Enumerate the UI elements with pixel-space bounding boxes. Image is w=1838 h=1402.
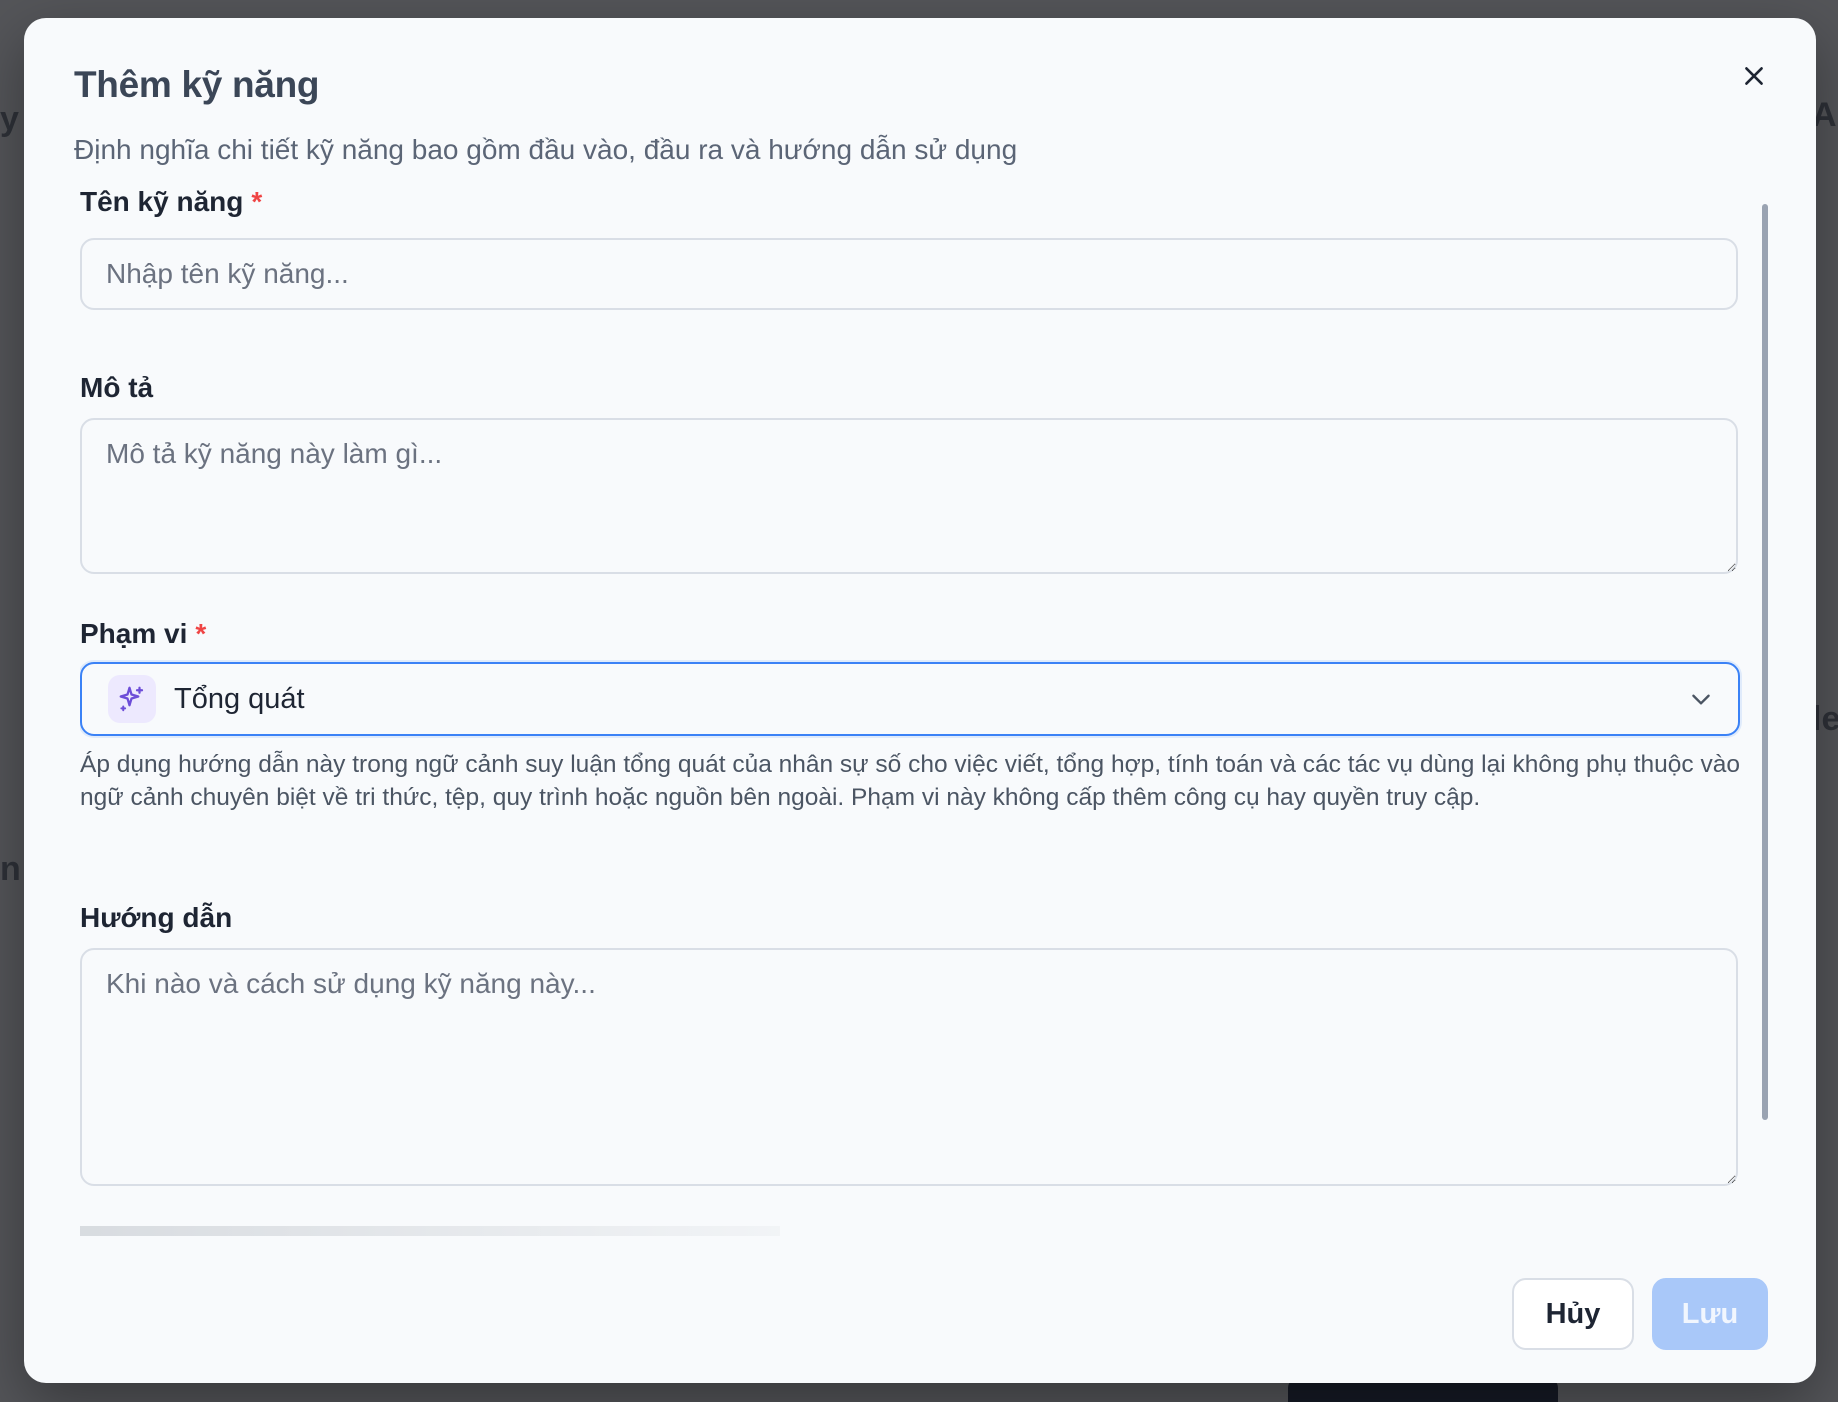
required-mark: *: [251, 186, 263, 217]
sparkles-icon: [119, 686, 144, 712]
instructions-label: Hướng dẫn: [80, 902, 233, 933]
description-textarea[interactable]: [80, 418, 1738, 574]
scope-label-text: Phạm vi: [80, 618, 188, 649]
close-icon: [1745, 67, 1763, 85]
scope-select[interactable]: Tổng quát: [80, 662, 1740, 736]
cancel-button[interactable]: Hủy: [1512, 1278, 1634, 1350]
chevron-down-icon: [1692, 694, 1710, 705]
skill-name-label-text: Tên kỹ năng: [80, 186, 244, 217]
scope-selected-value: Tổng quát: [174, 682, 305, 715]
skill-name-label: Tên kỹ năng *: [80, 186, 262, 218]
scrollbar-thumb[interactable]: [1762, 204, 1768, 1120]
form-scroll-area[interactable]: Tên kỹ năng* Mô tả Phạm vi* Tổng quát Áp…: [80, 186, 1770, 1236]
dialog-subtitle: Định nghĩa chi tiết kỹ năng bao gồm đầu …: [74, 134, 1018, 165]
required-mark: *: [195, 618, 207, 649]
clipped-content-row: [80, 1226, 780, 1236]
scope-icon-badge: [108, 675, 156, 723]
close-button[interactable]: [1734, 56, 1774, 96]
dialog-title: Thêm kỹ năng: [74, 64, 320, 105]
dialog-footer: Hủy Lưu: [1512, 1278, 1768, 1350]
add-skill-dialog: Thêm kỹ năng Định nghĩa chi tiết kỹ năng…: [24, 18, 1816, 1383]
scope-label: Phạm vi *: [80, 618, 206, 650]
save-button[interactable]: Lưu: [1652, 1278, 1768, 1350]
instructions-textarea[interactable]: [80, 948, 1738, 1186]
scope-helper-text: Áp dụng hướng dẫn này trong ngữ cảnh suy…: [80, 751, 1740, 811]
skill-name-input[interactable]: [80, 238, 1738, 310]
description-label: Mô tả: [80, 372, 154, 403]
